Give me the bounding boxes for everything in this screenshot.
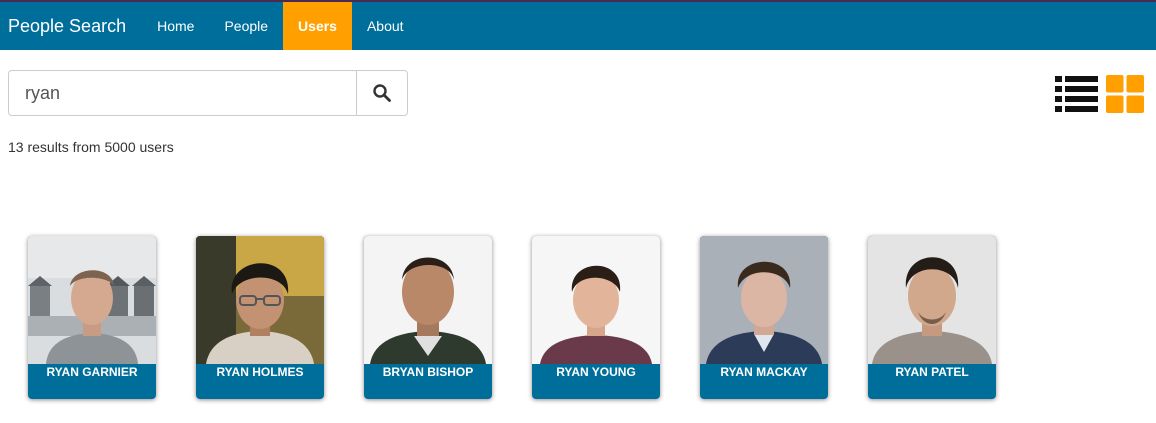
nav-item-people[interactable]: People: [209, 2, 283, 50]
search-bar: [8, 70, 408, 116]
user-name: BRYAN BISHOP: [382, 365, 474, 379]
user-card[interactable]: RYAN PATEL: [868, 236, 996, 399]
nav-item-home[interactable]: Home: [142, 2, 209, 50]
nav-menu: Home People Users About: [142, 2, 418, 50]
results-count: 13 results from 5000 users: [8, 139, 174, 155]
list-view-icon[interactable]: [1055, 75, 1098, 113]
search-icon: [373, 84, 391, 102]
user-photo: [868, 236, 996, 364]
search-input[interactable]: [8, 70, 356, 116]
user-card[interactable]: RYAN YOUNG: [532, 236, 660, 399]
nav-item-about[interactable]: About: [352, 2, 419, 50]
user-name: RYAN HOLMES: [216, 365, 304, 379]
user-name: RYAN MACKAY: [720, 365, 808, 379]
user-photo: [364, 236, 492, 364]
search-button[interactable]: [356, 70, 408, 116]
user-photo: [28, 236, 156, 364]
user-card-grid: RYAN GARNIER RYAN HOLMES BRYAN BISHOP RY…: [28, 236, 996, 399]
nav-item-users[interactable]: Users: [283, 2, 352, 50]
brand-title[interactable]: People Search: [0, 2, 142, 50]
user-card[interactable]: RYAN HOLMES: [196, 236, 324, 399]
user-photo: [700, 236, 828, 364]
navbar: People Search Home People Users About: [0, 0, 1156, 50]
user-name: RYAN GARNIER: [46, 365, 138, 379]
user-name: RYAN PATEL: [895, 365, 969, 379]
user-photo: [196, 236, 324, 364]
user-photo: [532, 236, 660, 364]
user-card[interactable]: RYAN GARNIER: [28, 236, 156, 399]
user-card[interactable]: BRYAN BISHOP: [364, 236, 492, 399]
grid-view-icon[interactable]: [1106, 75, 1144, 113]
user-name: RYAN YOUNG: [556, 365, 636, 379]
user-card[interactable]: RYAN MACKAY: [700, 236, 828, 399]
